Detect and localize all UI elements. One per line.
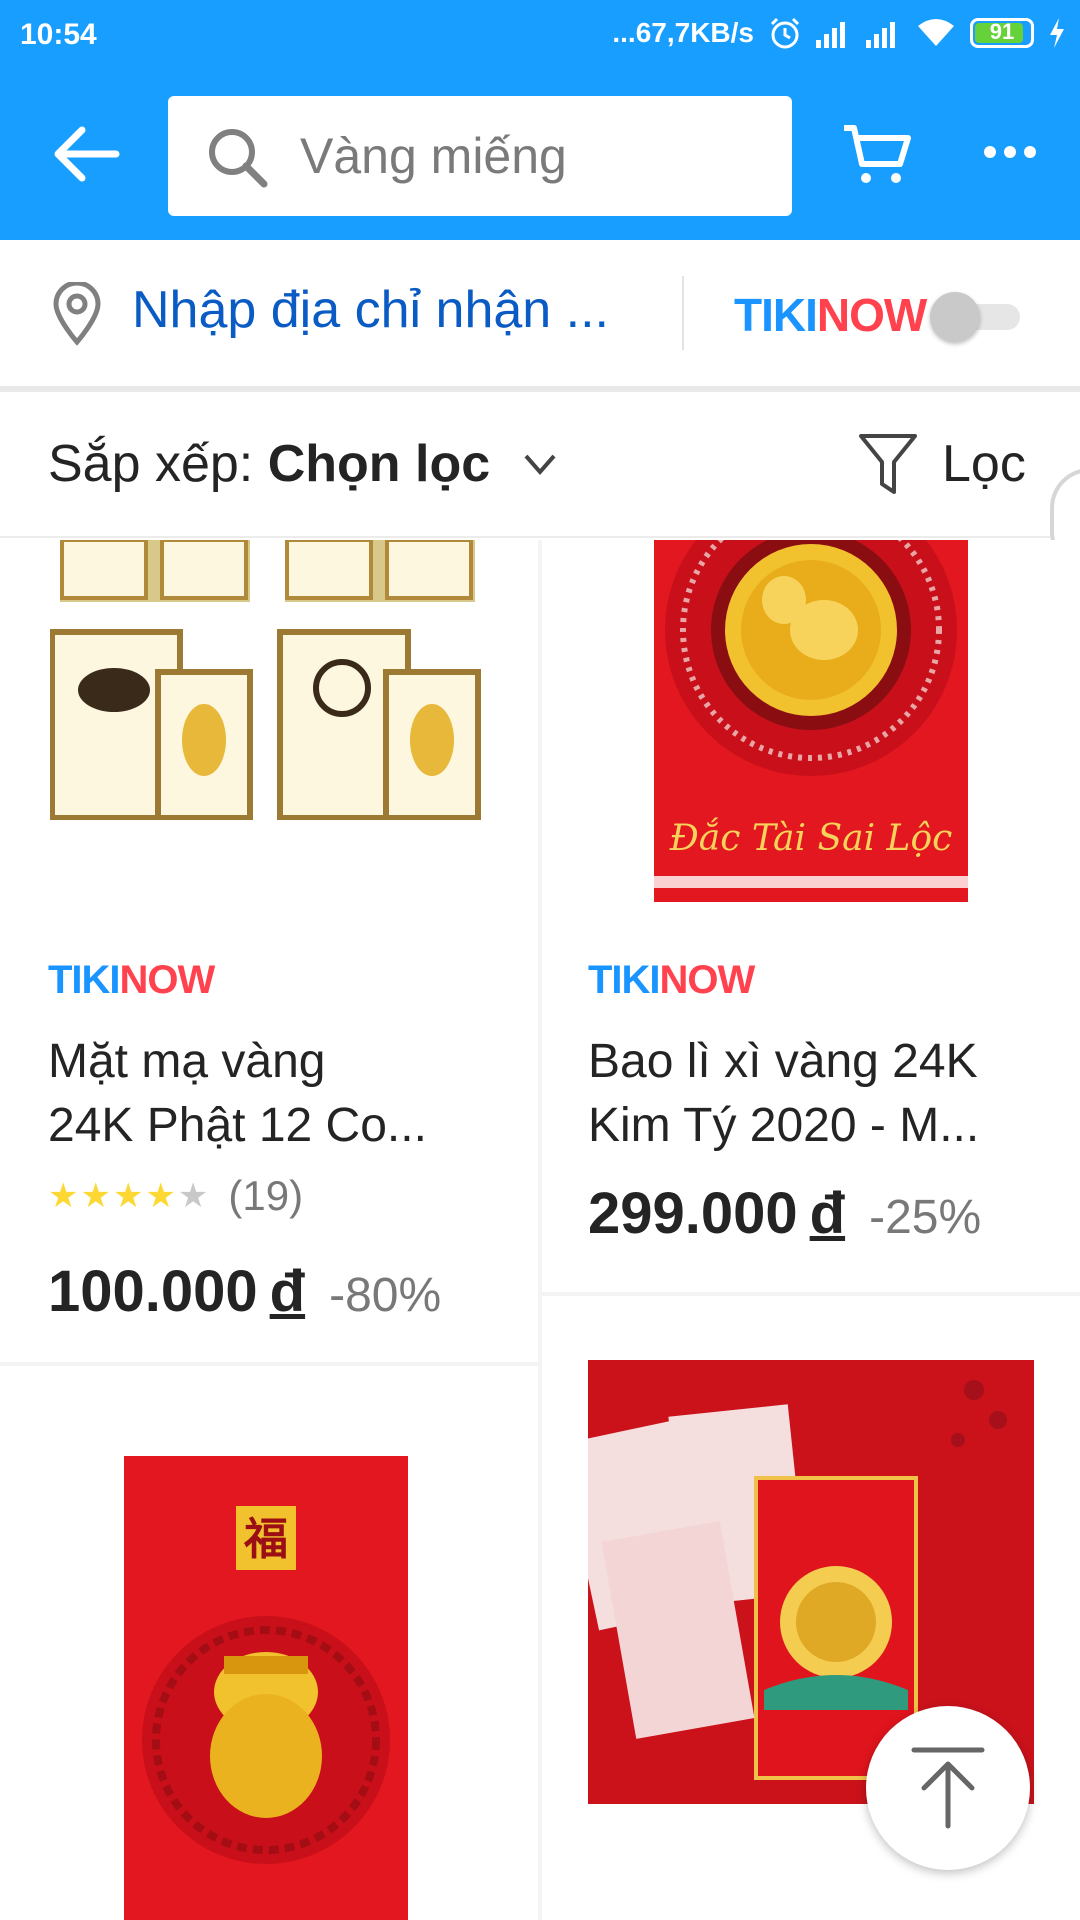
battery-level: 91 (989, 19, 1015, 44)
battery-icon: 91 (970, 18, 1034, 48)
more-dots-icon (984, 146, 1036, 158)
signal-icon (816, 22, 845, 48)
product-card[interactable]: 福 (0, 1366, 538, 1920)
product-image-red-envelope-rat[interactable]: Đắc Tài Sai Lộc (654, 540, 968, 902)
more-options-button[interactable] (980, 132, 1040, 172)
back-arrow-icon (54, 126, 120, 182)
sort-value: Chọn lọc (267, 435, 491, 493)
rating-count: (19) (228, 1172, 304, 1219)
discount-badge: -80% (329, 1269, 442, 1322)
delivery-address-bar: Nhập địa chỉ nhận ... TIKINOW (0, 240, 1080, 386)
alarm-icon (770, 17, 800, 49)
status-bar: 10:54 ...67,7KB/s 91 (0, 0, 1080, 72)
scroll-to-top-button[interactable] (866, 1706, 1030, 1870)
product-card[interactable]: Đắc Tài Sai Lộc TIKINOW Bao lì xì vàng 2… (542, 540, 1080, 1292)
network-speed: ...67,7KB/s (612, 17, 754, 48)
envelope-character: 福 (243, 1514, 288, 1565)
charging-icon (1050, 18, 1064, 48)
product-name: Mặt mạ vàng 24K Phật 12 Co... (48, 1035, 427, 1152)
app-header (0, 72, 1080, 240)
search-box[interactable] (168, 96, 792, 216)
back-button[interactable] (50, 124, 122, 184)
envelope-caption: Đắc Tài Sai Lộc (669, 818, 953, 859)
rating-stars-icon: ★★★★★ (48, 1177, 211, 1215)
search-icon (209, 129, 268, 188)
tikinow-badge: TIKINOW (588, 958, 755, 1002)
product-price: 299.000 đ -25% (588, 1181, 982, 1246)
chevron-down-icon[interactable] (522, 446, 558, 482)
cart-icon (844, 125, 911, 183)
product-image-zodiac-pendants[interactable] (50, 540, 490, 820)
arrow-up-icon (911, 1747, 985, 1829)
filter-button[interactable]: Lọc (942, 434, 1026, 494)
product-image-red-envelope-god-of-wealth[interactable]: 福 (124, 1456, 408, 1920)
location-pin-icon (53, 282, 101, 346)
wifi-icon (918, 19, 954, 46)
search-input[interactable] (298, 96, 778, 216)
signal-icon-2 (866, 22, 895, 48)
discount-badge: -25% (869, 1191, 982, 1244)
address-divider (682, 276, 684, 350)
cart-button[interactable] (842, 120, 912, 190)
sort-label: Sắp xếp: (48, 435, 268, 493)
delivery-address-input[interactable]: Nhập địa chỉ nhận ... (132, 280, 609, 340)
product-rating: ★★★★★ (19) (48, 1172, 303, 1220)
sort-filter-bar: Sắp xếp: Chọn lọc Lọc (0, 392, 1080, 538)
sort-dropdown[interactable]: Sắp xếp: Chọn lọc (48, 434, 490, 494)
filter-funnel-icon[interactable] (858, 432, 918, 496)
product-name: Bao lì xì vàng 24K Kim Tý 2020 - M... (588, 1035, 980, 1152)
product-price: 100.000 đ -80% (48, 1259, 442, 1324)
status-icons: ...67,7KB/s 91 (612, 16, 1066, 50)
status-time: 10:54 (20, 18, 97, 51)
tikinow-toggle[interactable] (930, 292, 1028, 342)
tikinow-badge: TIKINOW (48, 958, 215, 1002)
product-card[interactable]: TIKINOW Mặt mạ vàng 24K Phật 12 Co... ★★… (0, 540, 538, 1362)
tikinow-logo: TIKINOW (734, 289, 927, 341)
